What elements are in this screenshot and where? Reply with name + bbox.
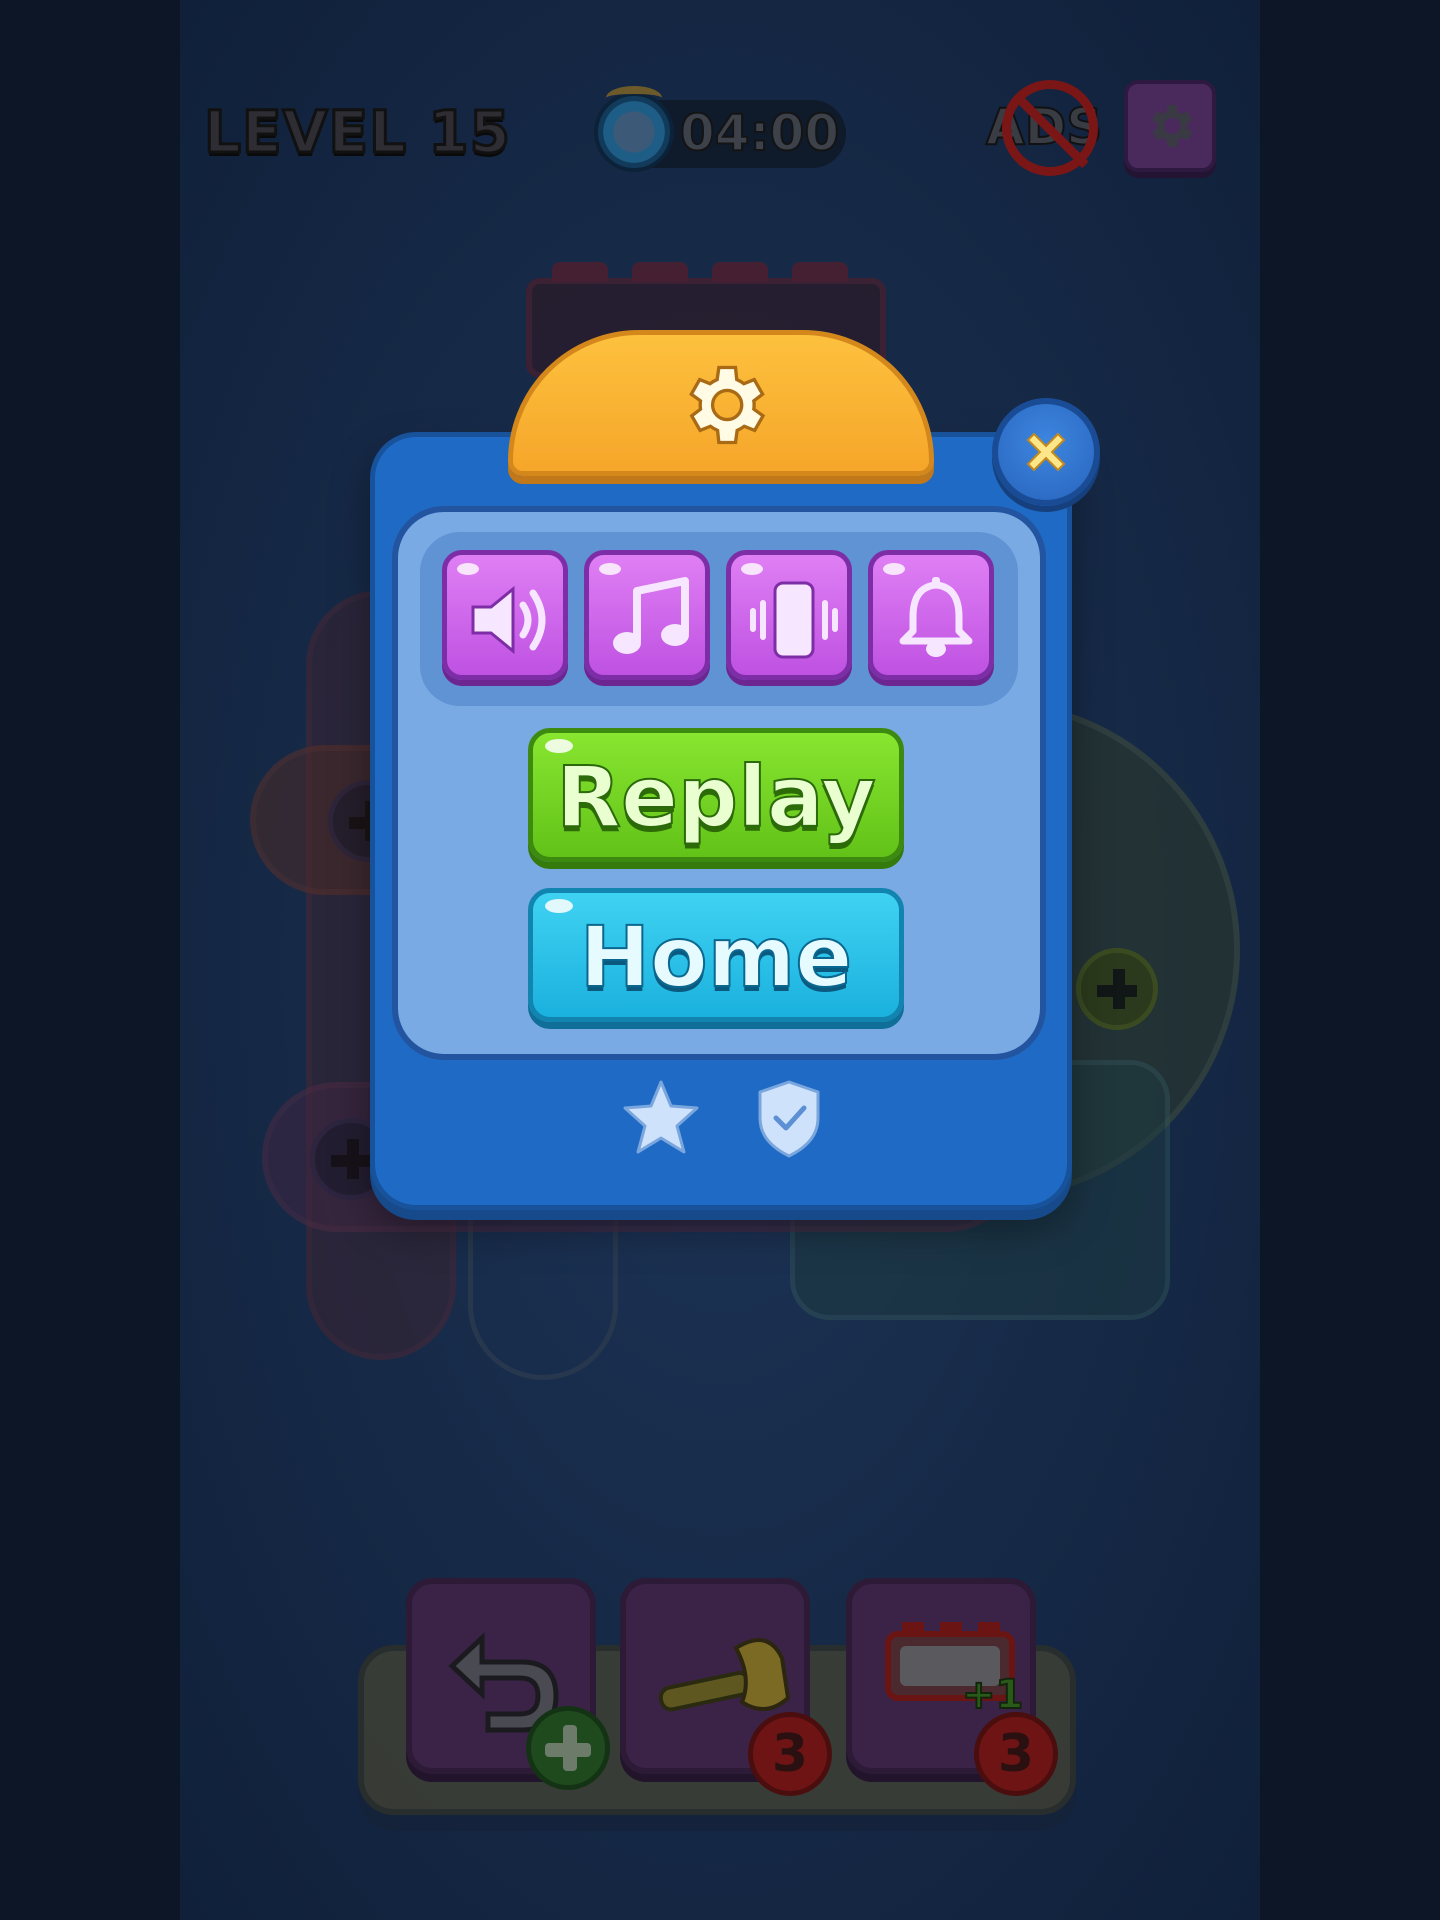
replay-label: Replay (555, 747, 876, 847)
notification-bell-icon (899, 577, 973, 657)
timer-value: 04:00 (679, 103, 840, 163)
shield-check-icon[interactable] (754, 1078, 824, 1160)
left-letterbox (0, 0, 180, 1920)
vibration-icon (750, 581, 838, 659)
add-undo-badge[interactable] (526, 1706, 610, 1790)
star-icon[interactable] (622, 1078, 700, 1158)
screw (1076, 948, 1158, 1030)
gear-icon (1152, 105, 1193, 147)
close-icon (1026, 432, 1066, 472)
modal-header (508, 330, 934, 476)
home-label: Home (579, 907, 854, 1007)
close-button[interactable] (992, 398, 1100, 506)
replay-button[interactable]: Replay (528, 728, 904, 862)
music-toggle-button[interactable] (584, 550, 710, 680)
alarm-clock-icon (594, 86, 674, 172)
sound-toggle-button[interactable] (442, 550, 568, 680)
right-letterbox (1260, 0, 1440, 1920)
extra-slot-count-badge: 3 (974, 1712, 1058, 1796)
music-icon (613, 577, 689, 654)
settings-button[interactable] (1124, 80, 1216, 172)
sound-icon (471, 585, 546, 655)
prohibited-icon (1002, 80, 1098, 176)
vibration-toggle-button[interactable] (726, 550, 852, 680)
gear-icon (689, 365, 766, 445)
hammer-count-badge: 3 (748, 1712, 832, 1796)
notification-toggle-button[interactable] (868, 550, 994, 680)
level-label: LEVEL 15 (203, 97, 512, 168)
home-button[interactable]: Home (528, 888, 904, 1022)
